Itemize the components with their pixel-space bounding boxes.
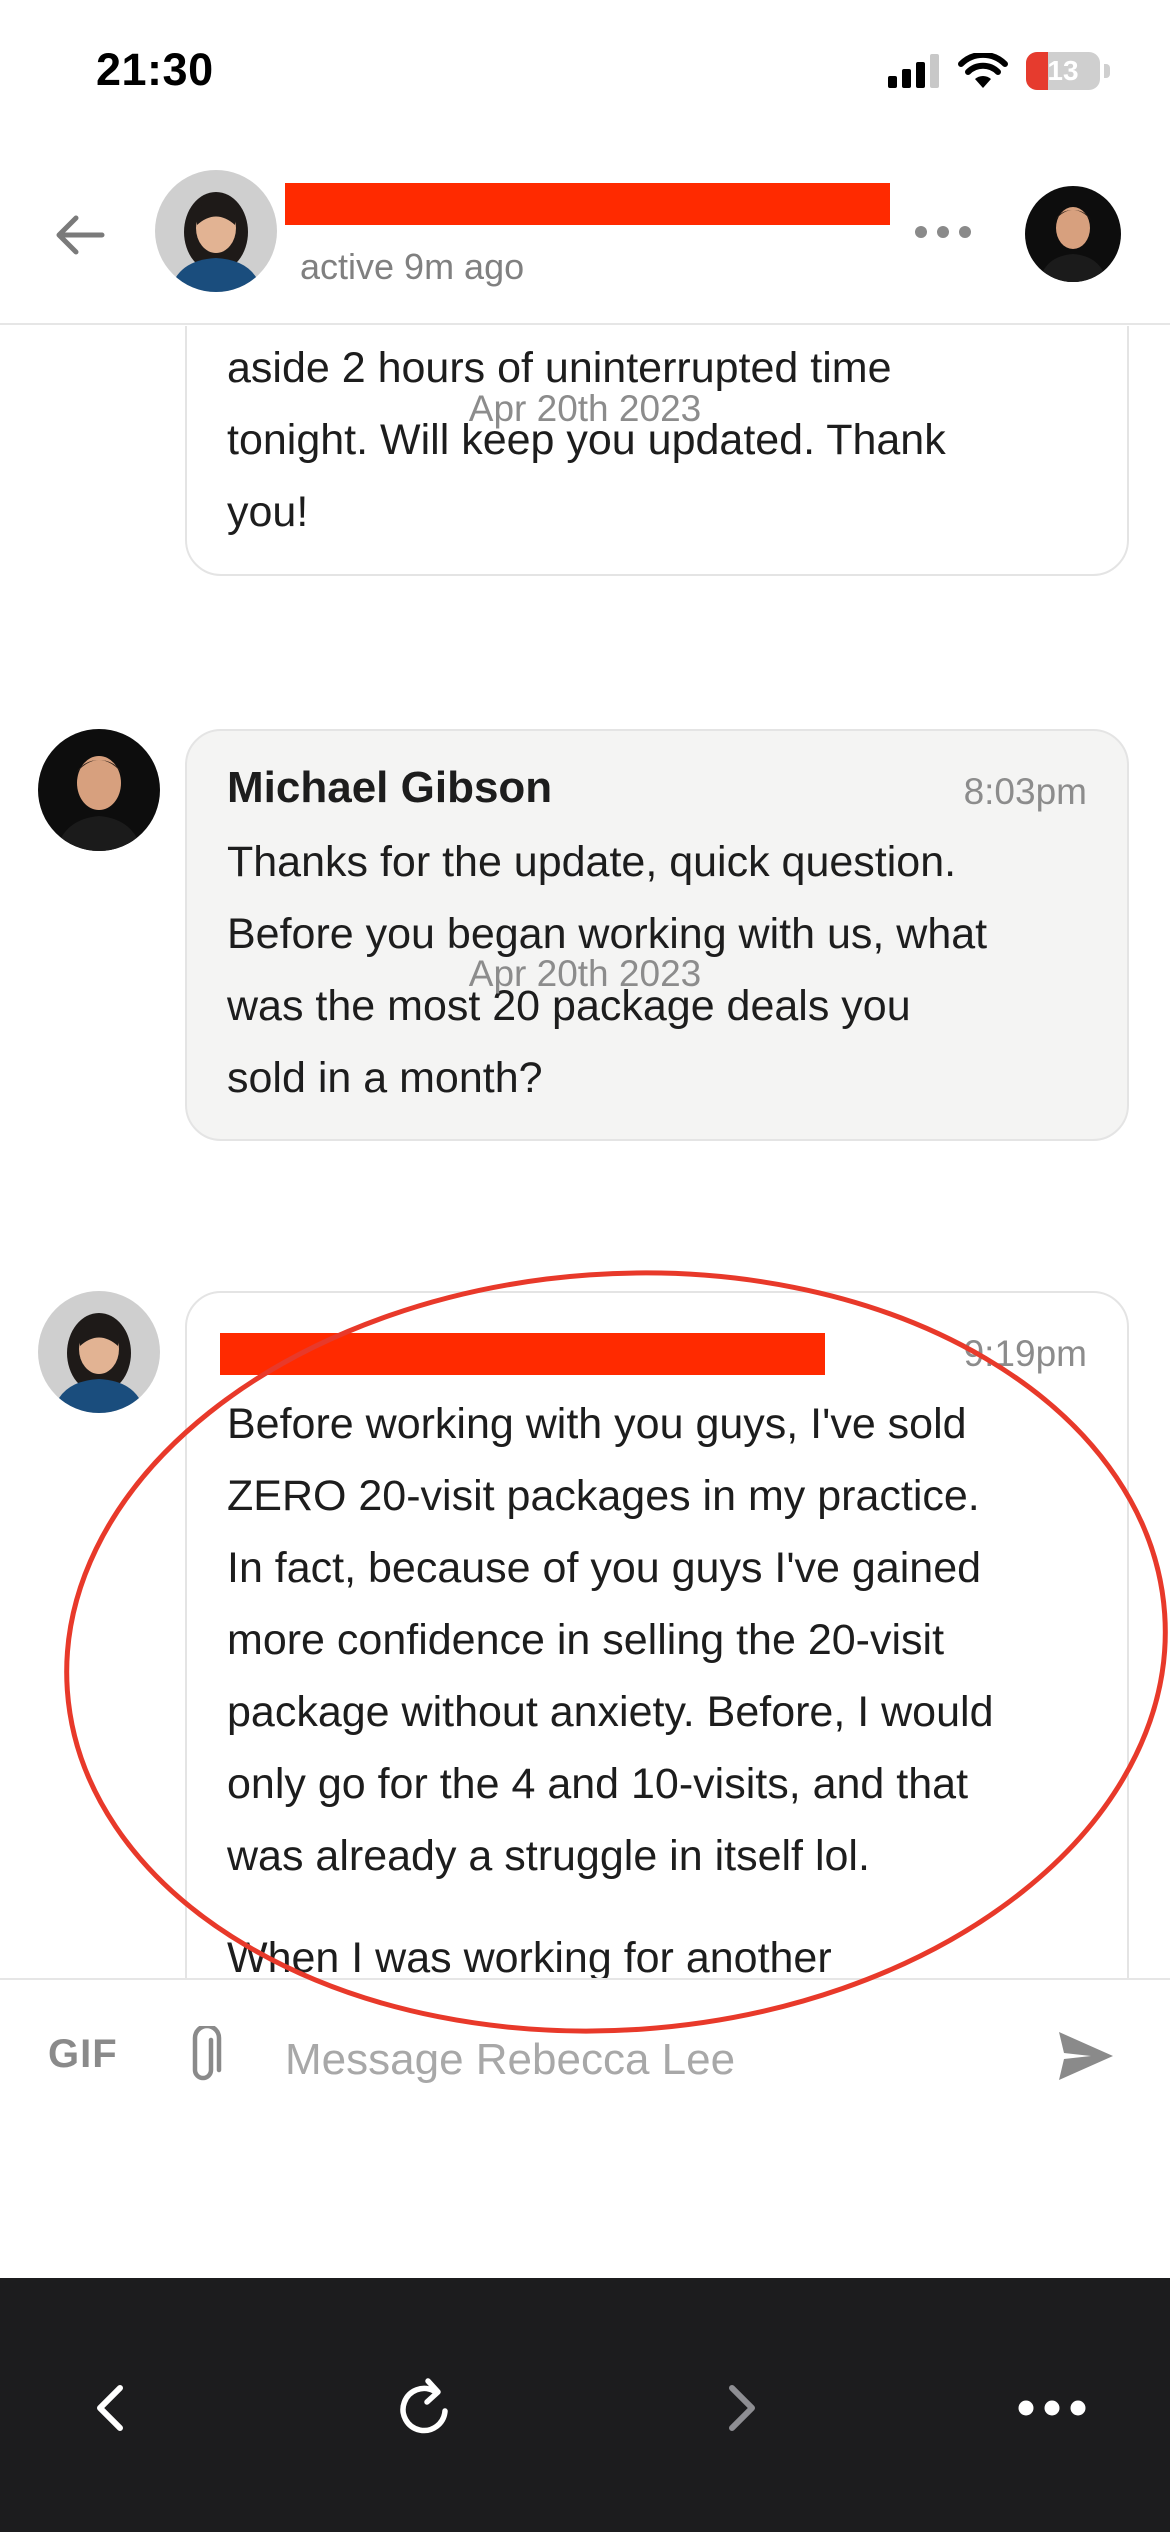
redacted-sender-name — [220, 1333, 825, 1375]
message-text: Before working with you guys, I've sold … — [227, 1388, 1097, 1980]
more-dot — [937, 226, 949, 238]
chevron-right-icon — [729, 2385, 755, 2431]
browser-toolbar — [0, 2278, 1170, 2532]
browser-back-button[interactable] — [72, 2368, 152, 2448]
user-avatar[interactable] — [1025, 186, 1121, 282]
browser-more-button[interactable] — [1012, 2368, 1092, 2448]
avatar-woman-image — [38, 1291, 160, 1413]
browser-forward-button[interactable] — [700, 2368, 780, 2448]
message-time: 8:03pm — [963, 771, 1087, 812]
message-line: ZERO 20-visit packages in my practice. — [227, 1472, 980, 1520]
message-input[interactable] — [285, 2020, 1025, 2100]
battery-tip — [1104, 64, 1110, 78]
more-dot — [915, 226, 927, 238]
status-bar: 21:30 13 — [0, 0, 1170, 150]
contact-avatar[interactable] — [155, 170, 277, 292]
active-status: active 9m ago — [300, 246, 525, 287]
battery-icon: 13 — [1026, 52, 1100, 90]
previous-message-text: aside 2 hours of uninterrupted time toni… — [227, 332, 1087, 548]
message-bubble-rebecca[interactable]: 9:19pm Before working with you guys, I'v… — [185, 1291, 1129, 1980]
more-dot — [959, 226, 971, 238]
status-time: 21:30 — [96, 44, 214, 95]
send-icon — [1059, 2032, 1113, 2080]
chat-screen: 21:30 13 active 9m ago aside 2 hours of … — [0, 0, 1170, 2532]
message-composer: GIF — [0, 1978, 1170, 2278]
message-line: Thanks for the update, quick question. — [227, 838, 957, 886]
sender-avatar-rebecca[interactable] — [38, 1291, 160, 1413]
avatar-woman-image — [155, 170, 277, 292]
message-line: more confidence in selling the 20-visit — [227, 1616, 945, 1664]
attach-button[interactable] — [178, 2023, 228, 2088]
message-bubble-previous: aside 2 hours of uninterrupted time toni… — [185, 326, 1129, 576]
home-indicator — [378, 2213, 792, 2228]
more-horizontal-icon — [1018, 2400, 1086, 2416]
arrow-left-icon — [56, 215, 105, 255]
redacted-contact-name — [285, 183, 890, 225]
reload-icon — [400, 2378, 448, 2434]
wifi-icon — [958, 53, 1008, 88]
date-separator: Apr 20th 2023 — [468, 388, 702, 429]
paperclip-icon — [192, 2023, 222, 2081]
date-separator: Apr 20th 2023 — [468, 953, 702, 994]
message-line: sold in a month? — [227, 1054, 543, 1102]
message-line: Before working with you guys, I've sold — [227, 1400, 967, 1448]
sender-name: Michael Gibson — [227, 763, 553, 812]
sender-avatar-michael[interactable] — [38, 729, 160, 851]
battery-level: 13 — [1047, 55, 1079, 86]
message-line: only go for the 4 and 10-visits, and tha… — [227, 1760, 969, 1808]
message-list[interactable]: aside 2 hours of uninterrupted time toni… — [0, 326, 1170, 1980]
chevron-left-icon — [97, 2385, 123, 2431]
message-line: In fact, because of you guys I've gained — [227, 1544, 982, 1592]
status-icons: 13 — [888, 52, 1110, 90]
message-line: you! — [227, 488, 309, 536]
message-time: 9:19pm — [963, 1333, 1087, 1374]
chat-header: active 9m ago — [0, 150, 1170, 325]
gif-button[interactable]: GIF — [48, 2032, 118, 2077]
browser-reload-button[interactable] — [385, 2368, 465, 2448]
message-line: was already a struggle in itself lol. — [227, 1832, 870, 1880]
avatar-man-image — [1025, 186, 1121, 282]
message-bubble-michael[interactable]: Michael Gibson 8:03pm Thanks for the upd… — [185, 729, 1129, 1141]
back-button[interactable] — [50, 205, 110, 265]
send-button[interactable] — [1055, 2028, 1117, 2084]
message-line-cut: When I was working for another — [227, 1934, 832, 1980]
cellular-signal-icon — [888, 54, 939, 88]
avatar-man-image — [38, 729, 160, 851]
message-line: package without anxiety. Before, I would — [227, 1688, 994, 1736]
more-options-button[interactable] — [915, 222, 971, 242]
